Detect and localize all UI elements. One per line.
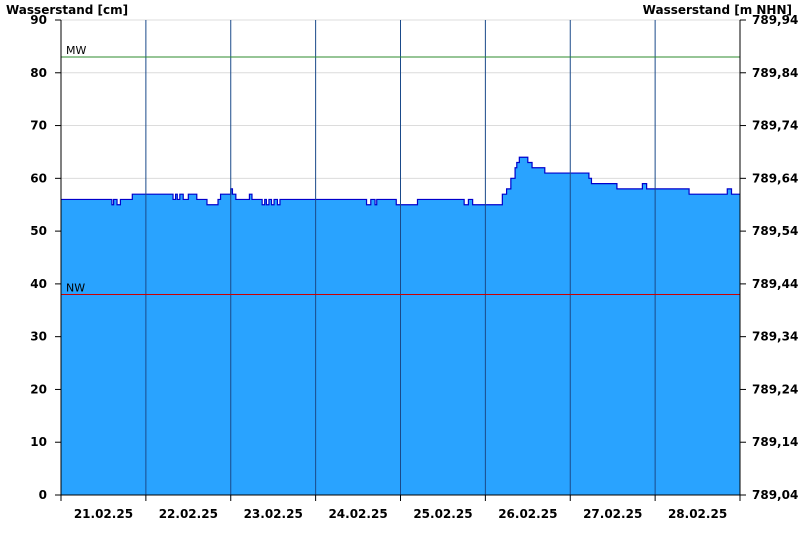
right-tick-label: 789,54 [752, 224, 798, 238]
left-tick-label: 0 [39, 488, 47, 502]
right-tick-label: 789,84 [752, 66, 798, 80]
x-tick-label: 27.02.25 [583, 507, 642, 521]
right-tick-label: 789,64 [752, 171, 798, 185]
left-axis-ticks: 0 10 20 30 40 50 60 70 80 90 [30, 13, 61, 502]
right-axis-ticks: 789,04 789,14 789,24 789,34 789,44 789,54 789,… [740, 13, 798, 502]
right-tick-label: 789,04 [752, 488, 798, 502]
left-tick-label: 80 [30, 66, 47, 80]
water-level-chart: Wasserstand [cm] Wasserstand [m NHN] MWN… [6, 3, 798, 521]
x-tick-label: 21.02.25 [74, 507, 133, 521]
x-tick-label: 24.02.25 [328, 507, 387, 521]
x-axis-ticks: 21.02.25 22.02.25 23.02.25 24.02.25 25.02.25… [60, 495, 741, 521]
right-tick-label: 789,34 [752, 330, 798, 344]
left-axis-title: Wasserstand [cm] [6, 3, 128, 17]
right-tick-label: 789,24 [752, 382, 798, 396]
right-tick-label: 789,74 [752, 119, 798, 133]
x-tick-label: 23.02.25 [244, 507, 303, 521]
left-tick-label: 40 [30, 277, 47, 291]
left-tick-label: 50 [30, 224, 47, 238]
reference-label-nw: NW [66, 281, 85, 294]
right-tick-label: 789,44 [752, 277, 798, 291]
left-tick-label: 20 [30, 382, 47, 396]
x-tick-label: 22.02.25 [159, 507, 218, 521]
left-tick-label: 70 [30, 119, 47, 133]
left-tick-label: 60 [30, 171, 47, 185]
x-tick-label: 25.02.25 [413, 507, 472, 521]
left-tick-label: 30 [30, 330, 47, 344]
right-tick-label: 789,94 [752, 13, 798, 27]
left-tick-label: 90 [30, 13, 47, 27]
x-tick-label: 26.02.25 [498, 507, 557, 521]
right-tick-label: 789,14 [752, 435, 798, 449]
left-tick-label: 10 [30, 435, 47, 449]
reference-label-mw: MW [66, 44, 86, 57]
x-tick-label: 28.02.25 [668, 507, 727, 521]
